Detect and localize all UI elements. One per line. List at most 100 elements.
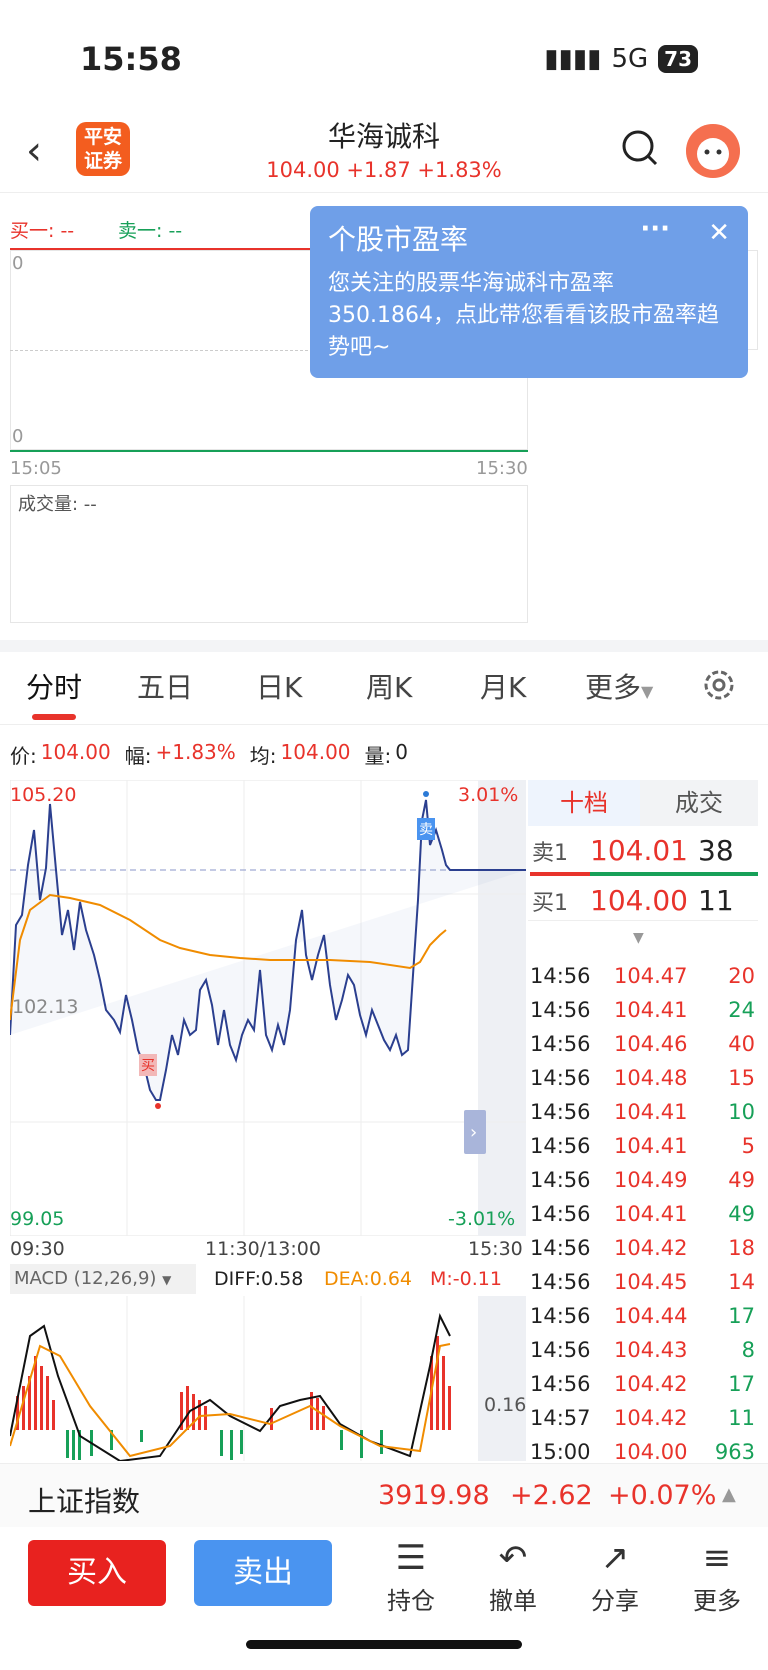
holdings-button[interactable]: ☰ 持仓 xyxy=(366,1535,456,1616)
top-y-bottom: 0 xyxy=(12,426,24,447)
more-label: 更多 xyxy=(693,1587,741,1615)
tab-five-day[interactable]: 五日 xyxy=(137,666,193,706)
amp-value: +1.83% xyxy=(155,740,236,764)
tick-price: 104.45 xyxy=(614,1270,688,1294)
tick-row: 14:56 104.41 5 xyxy=(530,1134,755,1158)
cancel-order-label: 撤单 xyxy=(489,1587,537,1615)
tick-time: 14:56 xyxy=(530,964,591,988)
tick-price: 104.42 xyxy=(614,1406,688,1430)
tick-row: 15:00 104.00 963 xyxy=(530,1440,755,1464)
bid1-row: 买1 104.00 11 xyxy=(532,884,758,917)
tick-row: 14:56 104.43 8 xyxy=(530,1338,755,1362)
status-icons: ▮▮▮▮ 5G 73 xyxy=(544,44,698,74)
tick-time: 14:56 xyxy=(530,1304,591,1328)
document-icon: ☰ xyxy=(395,1538,427,1578)
tick-row: 14:56 104.45 14 xyxy=(530,1270,755,1294)
chevron-down-icon[interactable]: ▼ xyxy=(633,930,644,946)
tick-time: 15:00 xyxy=(530,1440,591,1464)
info-bar: 价: 104.00 幅: +1.83% 均: 104.00 量: 0 xyxy=(10,740,408,769)
tick-volume: 40 xyxy=(728,1032,755,1056)
battery-icon: 73 xyxy=(658,45,698,73)
tick-price: 104.47 xyxy=(614,964,688,988)
vol-label: 量: xyxy=(364,744,392,768)
tab-trades[interactable]: 成交 xyxy=(640,780,758,826)
tab-more[interactable]: 更多▼ xyxy=(585,666,653,706)
avatar[interactable] xyxy=(686,124,740,178)
share-icon: ↗ xyxy=(600,1538,630,1578)
macd-label: MACD (12,26,9) xyxy=(14,1268,157,1289)
tick-time: 14:56 xyxy=(530,998,591,1022)
bid1-price: 104.00 xyxy=(590,884,688,917)
cancel-order-button[interactable]: ↶ 撤单 xyxy=(468,1535,558,1616)
intraday-chart[interactable]: › xyxy=(10,780,526,1236)
tick-volume: 5 xyxy=(741,1134,755,1158)
chevron-up-icon: ▲ xyxy=(722,1484,736,1505)
gear-icon[interactable] xyxy=(702,668,736,706)
tick-time: 14:56 xyxy=(530,1134,591,1158)
status-time: 15:58 xyxy=(80,40,182,78)
tick-row: 14:56 104.41 49 xyxy=(530,1202,755,1226)
signal-icon: ▮▮▮▮ xyxy=(544,44,602,74)
tick-time: 14:56 xyxy=(530,1270,591,1294)
more-button[interactable]: ≡ 更多 xyxy=(672,1535,762,1616)
buy-button[interactable]: 买入 xyxy=(28,1540,166,1606)
tick-price: 104.48 xyxy=(614,1066,688,1090)
chart-low-pct: -3.01% xyxy=(448,1208,516,1230)
tick-volume: 17 xyxy=(728,1304,755,1328)
sell-button[interactable]: 卖出 xyxy=(194,1540,332,1606)
tick-row: 14:56 104.46 40 xyxy=(530,1032,755,1056)
tick-time: 14:56 xyxy=(530,1168,591,1192)
close-icon[interactable]: ✕ xyxy=(708,218,730,248)
share-button[interactable]: ↗ 分享 xyxy=(570,1535,660,1616)
index-bar[interactable]: 上证指数 3919.98 +2.62 +0.07% ▲ xyxy=(0,1463,768,1527)
tick-row: 14:56 104.48 15 xyxy=(530,1066,755,1090)
tick-volume: 17 xyxy=(728,1372,755,1396)
price-label: 价: xyxy=(10,744,37,768)
list-icon: ≡ xyxy=(702,1538,732,1578)
macd-selector[interactable]: MACD (12,26,9) ▼ xyxy=(10,1264,196,1294)
section-separator xyxy=(0,640,768,652)
bid1-volume: 11 xyxy=(698,884,734,917)
chart-low-price: 99.05 xyxy=(10,1208,65,1230)
tick-volume: 15 xyxy=(728,1066,755,1090)
time-axis-end: 15:30 xyxy=(468,1238,523,1260)
amp-label: 幅: xyxy=(124,744,152,768)
top-y-top: 0 xyxy=(12,253,24,274)
tick-volume: 18 xyxy=(728,1236,755,1260)
price-value: 104.00 xyxy=(40,740,111,764)
tick-row: 14:56 104.49 49 xyxy=(530,1168,755,1192)
more-icon[interactable]: ··· xyxy=(640,214,670,244)
tab-monthly-k[interactable]: 月K xyxy=(480,666,526,706)
tab-weekly-k[interactable]: 周K xyxy=(366,666,412,706)
network-label: 5G xyxy=(611,44,649,74)
pe-ratio-popup[interactable]: 个股市盈率 ··· ✕ 您关注的股票华海诚科市盈率350.1864，点此带您看看… xyxy=(310,206,748,378)
undo-icon: ↶ xyxy=(498,1538,528,1578)
home-indicator xyxy=(246,1640,522,1649)
tick-volume: 24 xyxy=(728,998,755,1022)
ask1-label: 卖一: -- xyxy=(118,220,183,242)
tab-daily-k[interactable]: 日K xyxy=(256,666,302,706)
ask-bar-green xyxy=(590,872,758,876)
chevron-down-icon: ▼ xyxy=(162,1273,172,1287)
tick-time: 14:56 xyxy=(530,1100,591,1124)
tick-time: 14:57 xyxy=(530,1406,591,1430)
top-volume-label: 成交量: -- xyxy=(18,494,97,515)
tick-volume: 10 xyxy=(728,1100,755,1124)
macd-axis-label: 0.16 xyxy=(484,1394,527,1416)
ask1-label: 卖1 xyxy=(532,841,568,866)
tick-price: 104.41 xyxy=(614,1202,688,1226)
tick-time: 14:56 xyxy=(530,1066,591,1090)
tick-row: 14:57 104.42 11 xyxy=(530,1406,755,1430)
chart-high-price: 105.20 xyxy=(10,784,77,806)
tick-price: 104.42 xyxy=(614,1372,688,1396)
tab-intraday[interactable]: 分时 xyxy=(26,666,82,706)
active-tab-indicator xyxy=(32,714,76,720)
tick-volume: 11 xyxy=(728,1406,755,1430)
search-icon[interactable] xyxy=(620,128,660,172)
tab-ten-level[interactable]: 十档 xyxy=(528,780,640,826)
index-value: 3919.98 xyxy=(378,1480,490,1511)
top-time-end: 15:30 xyxy=(476,458,528,479)
holdings-label: 持仓 xyxy=(387,1587,435,1615)
macd-diff: DIFF:0.58 xyxy=(214,1268,304,1290)
orderbook-divider xyxy=(528,920,758,921)
